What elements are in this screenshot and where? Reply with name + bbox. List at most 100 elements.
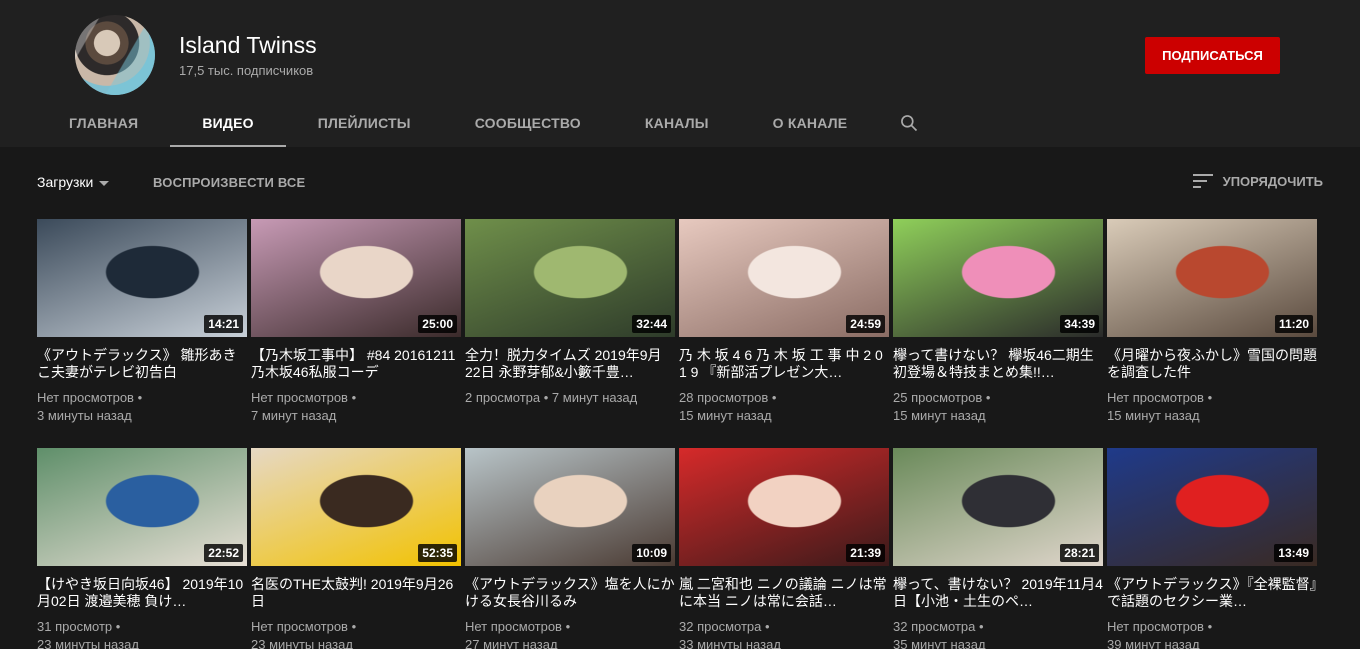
video-card[interactable]: 52:35 名医のTHE太鼓判! 2019年9月26日 Нет просмотров…: [251, 448, 461, 649]
video-views: 32 просмотра •: [679, 619, 770, 634]
uploads-label: Загрузки: [37, 174, 94, 190]
video-age: 15 минут назад: [1107, 408, 1200, 423]
video-age: 7 минут назад: [251, 408, 337, 423]
video-duration: 11:20: [1274, 315, 1313, 333]
video-age: 23 минуты назад: [37, 637, 139, 649]
video-thumbnail[interactable]: 25:00: [251, 219, 461, 337]
tab-videos[interactable]: ВИДЕО: [170, 98, 287, 147]
video-views: Нет просмотров •: [1107, 619, 1213, 634]
search-icon: [901, 114, 918, 131]
video-title[interactable]: 欅って、書けない？ 2019年11月4日【小池・土生のペ…: [893, 576, 1103, 610]
video-meta: Нет просмотров • 27 минут назад: [465, 618, 675, 649]
video-views: 28 просмотров •: [679, 390, 777, 405]
video-title[interactable]: 欅って書けない？ 欅坂46二期生初登場＆特技まとめ集!!…: [893, 347, 1103, 381]
video-thumbnail[interactable]: 28:21: [893, 448, 1103, 566]
video-views: Нет просмотров •: [251, 390, 357, 405]
video-duration: 28:21: [1060, 544, 1099, 562]
video-title[interactable]: 《アウトデラックス》『全裸監督』で話題のセクシー業…: [1107, 576, 1317, 610]
channel-search-button[interactable]: [879, 98, 939, 147]
video-card[interactable]: 28:21 欅って、書けない？ 2019年11月4日【小池・土生のペ… 32 про…: [893, 448, 1103, 649]
video-views: Нет просмотров •: [1107, 390, 1213, 405]
video-meta: 32 просмотра • 35 минут назад: [893, 618, 1103, 649]
sort-button[interactable]: УПОРЯДОЧИТЬ: [1192, 173, 1323, 189]
video-age: 15 минут назад: [679, 408, 772, 423]
video-age: 3 минуты назад: [37, 408, 132, 423]
video-title[interactable]: 《月曜から夜ふかし》雪国の問題を調査した件: [1107, 347, 1317, 381]
video-duration: 21:39: [846, 544, 885, 562]
video-thumbnail[interactable]: 14:21: [37, 219, 247, 337]
sort-label: УПОРЯДОЧИТЬ: [1222, 173, 1323, 189]
video-meta: Нет просмотров • 39 минут назад: [1107, 618, 1317, 649]
video-card[interactable]: 21:39 嵐 二宮和也 ニノの議論 ニノは常に本当 ニノは常に会話… 32 про…: [679, 448, 889, 649]
video-age: 35 минут назад: [893, 637, 986, 649]
video-title[interactable]: 【けやき坂日向坂46】 2019年10月02日 渡邉美穂 負け…: [37, 576, 247, 610]
video-thumbnail[interactable]: 13:49: [1107, 448, 1317, 566]
caret-down-icon: [99, 180, 110, 186]
video-card[interactable]: 34:39 欅って書けない？ 欅坂46二期生初登場＆特技まとめ集!!… 25 про…: [893, 219, 1103, 425]
video-views: Нет просмотров •: [37, 390, 143, 405]
video-card[interactable]: 32:44 全力！脱力タイムズ 2019年9月22日 永野芽郁&小籔千豊… 2 пр…: [465, 219, 675, 407]
tab-channels[interactable]: КАНАЛЫ: [613, 98, 741, 147]
video-title[interactable]: 嵐 二宮和也 ニノの議論 ニノは常に本当 ニノは常に会話…: [679, 576, 889, 610]
tab-about[interactable]: О КАНАЛЕ: [741, 98, 880, 147]
uploads-dropdown[interactable]: Загрузки: [37, 174, 110, 190]
video-views: 32 просмотра •: [893, 619, 984, 634]
video-filter-bar: Загрузки ВОСПРОИЗВЕСТИ ВСЕ УПОРЯДОЧИТЬ: [37, 170, 1323, 198]
video-duration: 32:44: [632, 315, 671, 333]
video-views: 25 просмотров •: [893, 390, 991, 405]
video-age: 39 минут назад: [1107, 637, 1200, 649]
video-meta: 31 просмотр • 23 минуты назад: [37, 618, 247, 649]
video-title[interactable]: 【乃木坂工事中】 #84 20161211 乃木坂46私服コーデ: [251, 347, 461, 381]
channel-name: Island Twinss: [179, 32, 317, 58]
video-thumbnail[interactable]: 21:39: [679, 448, 889, 566]
video-views: 2 просмотра • 7 минут назад: [465, 390, 638, 405]
video-thumbnail[interactable]: 34:39: [893, 219, 1103, 337]
video-card[interactable]: 14:21 《アウトデラックス》 雛形あきこ夫妻がテレビ初告白 Нет просмо…: [37, 219, 247, 425]
video-age: 27 минут назад: [465, 637, 558, 649]
video-thumbnail[interactable]: 52:35: [251, 448, 461, 566]
video-age: 23 минуты назад: [251, 637, 353, 649]
tab-community[interactable]: СООБЩЕСТВО: [443, 98, 613, 147]
video-thumbnail[interactable]: 22:52: [37, 448, 247, 566]
video-title[interactable]: 《アウトデラックス》塩を人にかける女長谷川るみ: [465, 576, 675, 610]
video-meta: 2 просмотра • 7 минут назад: [465, 389, 675, 407]
video-age: 33 минуты назад: [679, 637, 781, 649]
tab-playlists[interactable]: ПЛЕЙЛИСТЫ: [286, 98, 443, 147]
video-views: 31 просмотр •: [37, 619, 121, 634]
video-card[interactable]: 13:49 《アウトデラックス》『全裸監督』で話題のセクシー業… Нет просм…: [1107, 448, 1317, 649]
video-title[interactable]: 名医のTHE太鼓判! 2019年9月26日: [251, 576, 461, 610]
video-duration: 22:52: [204, 544, 243, 562]
channel-avatar[interactable]: [75, 15, 155, 95]
video-title[interactable]: 全力！脱力タイムズ 2019年9月22日 永野芽郁&小籔千豊…: [465, 347, 675, 381]
video-title[interactable]: 《アウトデラックス》 雛形あきこ夫妻がテレビ初告白: [37, 347, 247, 381]
subscribe-button[interactable]: ПОДПИСАТЬСЯ: [1145, 37, 1280, 74]
video-meta: Нет просмотров • 3 минуты назад: [37, 389, 247, 425]
video-meta: Нет просмотров • 23 минуты назад: [251, 618, 461, 649]
video-duration: 52:35: [418, 544, 457, 562]
video-views: Нет просмотров •: [251, 619, 357, 634]
tab-home[interactable]: ГЛАВНАЯ: [37, 98, 170, 147]
video-duration: 25:00: [418, 315, 457, 333]
video-duration: 14:21: [204, 315, 243, 333]
video-duration: 34:39: [1060, 315, 1099, 333]
video-card[interactable]: 24:59 乃 木 坂 4 6 乃 木 坂 工 事 中 2 0 1 9 『新部活プ…: [679, 219, 889, 425]
video-card[interactable]: 22:52 【けやき坂日向坂46】 2019年10月02日 渡邉美穂 負け… 31 …: [37, 448, 247, 649]
sort-icon: [1192, 174, 1213, 188]
video-thumbnail[interactable]: 24:59: [679, 219, 889, 337]
video-meta: Нет просмотров • 15 минут назад: [1107, 389, 1317, 425]
video-card[interactable]: 25:00 【乃木坂工事中】 #84 20161211 乃木坂46私服コーデ Нет…: [251, 219, 461, 425]
video-thumbnail[interactable]: 32:44: [465, 219, 675, 337]
video-duration: 10:09: [632, 544, 671, 562]
video-card[interactable]: 10:09 《アウトデラックス》塩を人にかける女長谷川るみ Нет просмотр…: [465, 448, 675, 649]
video-age: 15 минут назад: [893, 408, 986, 423]
channel-header: Island Twinss 17,5 тыс. подписчиков ПОДП…: [0, 0, 1360, 147]
play-all-button[interactable]: ВОСПРОИЗВЕСТИ ВСЕ: [153, 175, 305, 190]
video-meta: 28 просмотров • 15 минут назад: [679, 389, 889, 425]
video-thumbnail[interactable]: 11:20: [1107, 219, 1317, 337]
video-card[interactable]: 11:20 《月曜から夜ふかし》雪国の問題を調査した件 Нет просмотров…: [1107, 219, 1317, 425]
video-meta: 32 просмотра • 33 минуты назад: [679, 618, 889, 649]
video-title[interactable]: 乃 木 坂 4 6 乃 木 坂 工 事 中 2 0 1 9 『新部活プレゼン大…: [679, 347, 889, 381]
video-thumbnail[interactable]: 10:09: [465, 448, 675, 566]
video-duration: 13:49: [1274, 544, 1313, 562]
video-duration: 24:59: [846, 315, 885, 333]
